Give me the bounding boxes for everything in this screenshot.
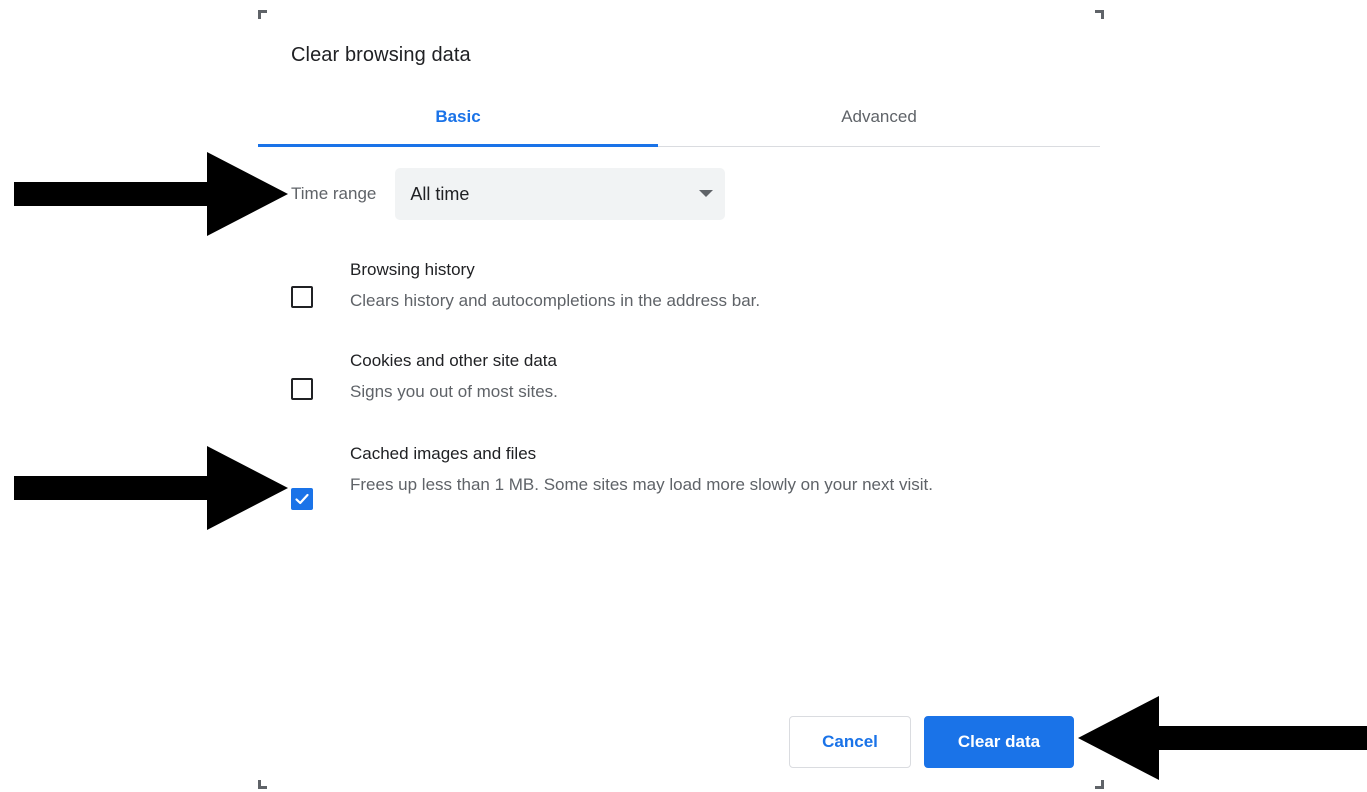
option-description: Frees up less than 1 MB. Some sites may … bbox=[350, 475, 933, 494]
dialog-title: Clear browsing data bbox=[291, 44, 471, 66]
option-description: Clears history and autocompletions in th… bbox=[350, 291, 761, 310]
tab-advanced[interactable]: Advanced bbox=[679, 90, 1079, 144]
tab-basic[interactable]: Basic bbox=[258, 90, 658, 144]
browsing-history-checkbox[interactable] bbox=[291, 286, 313, 308]
checkmark-icon bbox=[295, 493, 309, 505]
cookies-checkbox[interactable] bbox=[291, 378, 313, 400]
clear-data-button[interactable]: Clear data bbox=[924, 716, 1074, 768]
time-range-selected-value: All time bbox=[410, 183, 470, 204]
time-range-select[interactable]: All time bbox=[395, 168, 726, 220]
annotation-arrow bbox=[1078, 696, 1367, 780]
cancel-button[interactable]: Cancel bbox=[789, 716, 911, 768]
selected-tab-indicator bbox=[258, 144, 658, 147]
tab-bar: Basic Advanced bbox=[258, 90, 1100, 147]
clear-browsing-data-dialog: Clear browsing data Basic Advanced Time … bbox=[258, 10, 1100, 792]
dropdown-caret-icon bbox=[699, 190, 714, 197]
annotation-arrow bbox=[14, 152, 288, 236]
time-range-label: Time range bbox=[291, 184, 377, 203]
annotation-arrow bbox=[14, 446, 288, 530]
screenshot: Clear browsing data Basic Advanced Time … bbox=[0, 0, 1367, 792]
option-label: Cached images and files bbox=[350, 444, 537, 463]
cached-images-checkbox[interactable] bbox=[291, 488, 313, 510]
option-label: Browsing history bbox=[350, 260, 475, 279]
option-label: Cookies and other site data bbox=[350, 351, 557, 370]
option-description: Signs you out of most sites. bbox=[350, 382, 558, 401]
time-range-row: Time range All time bbox=[291, 168, 726, 220]
